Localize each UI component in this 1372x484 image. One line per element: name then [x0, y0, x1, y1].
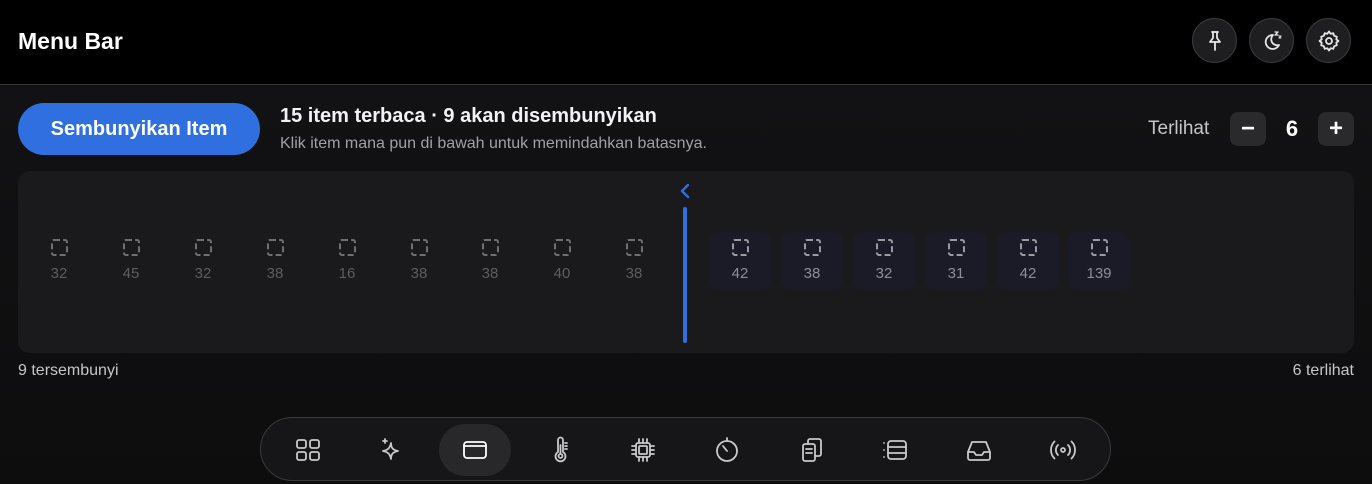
cpu-icon	[631, 438, 655, 462]
hidden-menu-item[interactable]: 32	[28, 232, 90, 290]
placeholder-icon	[947, 239, 965, 256]
pin-icon	[1208, 30, 1221, 51]
list-panel-icon	[883, 440, 907, 460]
placeholder-icon	[1090, 239, 1108, 256]
placeholder-icon	[875, 239, 893, 256]
visible-count-value: 6	[1285, 116, 1299, 141]
hidden-menu-item[interactable]: 40	[531, 232, 593, 290]
placeholder-icon	[625, 239, 643, 256]
item-width-label: 32	[50, 265, 68, 282]
top-bar: Menu Bar	[0, 0, 1372, 85]
placeholder-icon	[803, 239, 821, 256]
broadcast-icon	[1050, 440, 1076, 460]
menu-bar-item-strip: 32 45 32 38 16 38 38 40 38 42 38 32 31 42 139	[18, 171, 1354, 353]
tab-thermometer[interactable]	[524, 424, 596, 476]
item-width-label: 42	[1019, 265, 1037, 282]
pin-button[interactable]	[1192, 18, 1237, 63]
sparkles-icon	[382, 438, 399, 460]
tab-broadcast[interactable]	[1027, 424, 1099, 476]
placeholder-icon	[1019, 239, 1037, 256]
visible-count-label: 6 terlihat	[1292, 362, 1354, 379]
tab-window[interactable]	[439, 424, 511, 476]
item-width-label: 31	[947, 265, 965, 282]
sleep-button[interactable]	[1249, 18, 1294, 63]
visible-menu-item[interactable]: 139	[1068, 232, 1130, 290]
item-width-label: 38	[803, 265, 821, 282]
tab-tray[interactable]	[943, 424, 1015, 476]
gear-icon	[1318, 30, 1339, 51]
item-width-label: 32	[875, 265, 893, 282]
visible-menu-item[interactable]: 42	[709, 232, 771, 290]
item-width-label: 42	[731, 265, 749, 282]
window-icon	[463, 441, 487, 459]
main-panel: Sembunyikan Item 15 item terbaca · 9 aka…	[0, 86, 1372, 484]
chevron-left-icon[interactable]	[677, 181, 693, 201]
hidden-divider[interactable]	[683, 207, 687, 343]
hidden-menu-item[interactable]: 45	[100, 232, 162, 290]
item-width-label: 38	[481, 265, 499, 282]
placeholder-icon	[266, 239, 284, 256]
visible-label: Terlihat	[1148, 118, 1210, 139]
page-title: Menu Bar	[18, 28, 123, 54]
timer-icon	[716, 437, 738, 462]
tab-list-panel[interactable]	[859, 424, 931, 476]
hidden-menu-item[interactable]: 38	[459, 232, 521, 290]
tab-sparkles[interactable]	[356, 424, 428, 476]
hidden-menu-item[interactable]: 38	[388, 232, 450, 290]
placeholder-icon	[410, 239, 428, 256]
tab-documents[interactable]	[776, 424, 848, 476]
item-width-label: 32	[194, 265, 212, 282]
hidden-menu-item[interactable]: 32	[172, 232, 234, 290]
increment-visible-button[interactable]: +	[1318, 112, 1354, 146]
placeholder-icon	[731, 239, 749, 256]
summary-headline: 15 item terbaca · 9 akan disembunyikan	[280, 105, 657, 127]
settings-button[interactable]	[1306, 18, 1351, 63]
hide-items-button[interactable]: Sembunyikan Item	[18, 103, 260, 155]
tab-cpu[interactable]	[607, 424, 679, 476]
thermometer-icon	[554, 436, 568, 463]
item-width-label: 38	[625, 265, 643, 282]
tray-icon	[967, 441, 991, 461]
documents-icon	[802, 438, 822, 462]
placeholder-icon	[553, 239, 571, 256]
placeholder-icon	[194, 239, 212, 256]
hidden-count-label: 9 tersembunyi	[18, 362, 119, 379]
hidden-menu-item[interactable]: 38	[244, 232, 306, 290]
placeholder-icon	[122, 239, 140, 256]
tab-grid[interactable]	[272, 424, 344, 476]
visible-menu-item[interactable]: 42	[997, 232, 1059, 290]
placeholder-icon	[338, 239, 356, 256]
placeholder-icon	[481, 239, 499, 256]
decrement-visible-button[interactable]: −	[1230, 112, 1266, 146]
tab-timer[interactable]	[691, 424, 763, 476]
item-width-label: 139	[1086, 265, 1112, 282]
item-width-label: 16	[338, 265, 356, 282]
hidden-menu-item[interactable]: 16	[316, 232, 378, 290]
tab-dock	[260, 417, 1111, 481]
item-width-label: 38	[266, 265, 284, 282]
item-width-label: 45	[122, 265, 140, 282]
item-width-label: 38	[410, 265, 428, 282]
visible-menu-item[interactable]: 32	[853, 232, 915, 290]
hidden-menu-item[interactable]: 38	[603, 232, 665, 290]
visible-menu-item[interactable]: 31	[925, 232, 987, 290]
visible-menu-item[interactable]: 38	[781, 232, 843, 290]
moon-zzz-icon	[1264, 30, 1282, 50]
placeholder-icon	[50, 239, 68, 256]
grid-icon	[296, 439, 320, 461]
summary-hint: Klik item mana pun di bawah untuk memind…	[280, 135, 707, 152]
item-width-label: 40	[553, 265, 571, 282]
